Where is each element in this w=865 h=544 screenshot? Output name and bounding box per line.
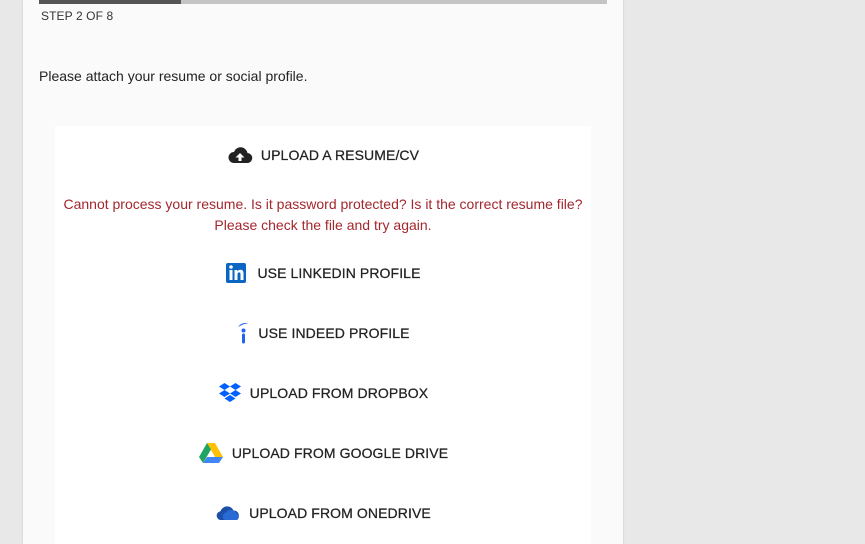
linkedin-profile-label: USE LINKEDIN PROFILE	[257, 265, 421, 281]
google-drive-upload-button[interactable]: UPLOAD FROM GOOGLE DRIVE	[55, 438, 591, 468]
upload-resume-label: UPLOAD A RESUME/CV	[260, 147, 420, 163]
error-message-line-2: Please check the file and try again.	[214, 217, 432, 233]
error-message: Cannot process your resume. Is it passwo…	[55, 194, 591, 236]
google-drive-icon	[198, 442, 224, 464]
indeed-icon	[236, 321, 250, 345]
application-card: STEP 2 OF 8 Please attach your resume or…	[23, 0, 623, 544]
google-drive-upload-label: UPLOAD FROM GOOGLE DRIVE	[231, 445, 449, 461]
attach-prompt: Please attach your resume or social prof…	[39, 68, 308, 84]
linkedin-profile-button[interactable]: . USE LINKEDIN PROFILE	[55, 258, 591, 288]
indeed-profile-label: USE INDEED PROFILE	[258, 325, 410, 341]
dropbox-upload-label: UPLOAD FROM DROPBOX	[249, 385, 429, 401]
dropbox-icon	[218, 382, 242, 404]
progress-bar-fill	[39, 0, 181, 4]
onedrive-icon	[215, 504, 241, 522]
cloud-upload-icon	[227, 146, 253, 164]
step-indicator: STEP 2 OF 8	[41, 9, 114, 23]
error-message-line-1: Cannot process your resume. Is it passwo…	[63, 196, 583, 212]
onedrive-upload-label: UPLOAD FROM ONEDRIVE	[249, 505, 431, 521]
upload-resume-button[interactable]: UPLOAD A RESUME/CV	[55, 140, 591, 170]
indeed-profile-button[interactable]: USE INDEED PROFILE	[55, 318, 591, 348]
linkedin-icon: .	[225, 262, 249, 284]
svg-text:.: .	[247, 279, 248, 284]
progress-bar	[39, 0, 607, 4]
dropbox-upload-button[interactable]: UPLOAD FROM DROPBOX	[55, 378, 591, 408]
onedrive-upload-button[interactable]: UPLOAD FROM ONEDRIVE	[55, 498, 591, 528]
attach-options-panel: UPLOAD A RESUME/CV Cannot process your r…	[55, 126, 591, 544]
